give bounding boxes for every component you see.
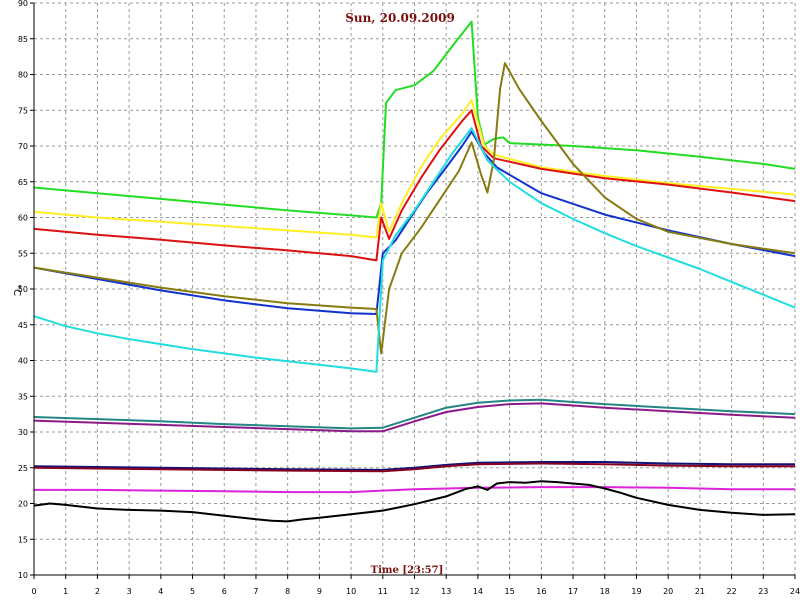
x-tick-label: 5 bbox=[190, 587, 195, 596]
x-tick-label: 16 bbox=[536, 587, 546, 596]
y-tick-label: 55 bbox=[18, 249, 28, 258]
x-tick-label: 20 bbox=[663, 587, 673, 596]
y-tick-label: 90 bbox=[18, 0, 28, 8]
y-tick-label: 35 bbox=[18, 392, 28, 401]
x-tick-label: 22 bbox=[726, 587, 736, 596]
x-tick-label: 21 bbox=[695, 587, 705, 596]
x-tick-label: 24 bbox=[790, 587, 800, 596]
y-tick-label: 20 bbox=[18, 500, 28, 509]
y-tick-label: 80 bbox=[18, 71, 28, 80]
y-tick-label: 15 bbox=[18, 535, 28, 544]
y-tick-label: 30 bbox=[18, 428, 28, 437]
x-tick-label: 7 bbox=[253, 587, 258, 596]
x-tick-label: 0 bbox=[31, 587, 36, 596]
y-tick-label: 65 bbox=[18, 178, 28, 187]
temperature-chart: 0 1 2 3 4 5 6 7 8 9 10 11 12 13 14 15 16 17 18 19 20 21 22 23 24… bbox=[0, 0, 800, 600]
x-tick-label: 2 bbox=[95, 587, 100, 596]
x-tick-label: 1 bbox=[63, 587, 68, 596]
x-tick-label: 4 bbox=[158, 587, 163, 596]
x-tick-label: 3 bbox=[127, 587, 132, 596]
y-tick-label: 10 bbox=[18, 571, 28, 580]
chart-title: Sun, 20.09.2009 bbox=[345, 11, 455, 25]
x-tick-label: 23 bbox=[758, 587, 768, 596]
y-axis-label: °C bbox=[11, 284, 22, 296]
x-tick-label: 10 bbox=[346, 587, 356, 596]
x-tick-label: 13 bbox=[441, 587, 451, 596]
y-tick-label: 70 bbox=[18, 142, 28, 151]
x-tick-label: 19 bbox=[631, 587, 641, 596]
x-tick-label: 8 bbox=[285, 587, 290, 596]
x-tick-label: 6 bbox=[222, 587, 227, 596]
x-tick-label: 11 bbox=[378, 587, 388, 596]
x-tick-label: 14 bbox=[473, 587, 483, 596]
y-tick-label: 25 bbox=[18, 464, 28, 473]
x-tick-label: 9 bbox=[317, 587, 322, 596]
x-tick-label: 17 bbox=[568, 587, 578, 596]
y-tick-label: 60 bbox=[18, 214, 28, 223]
x-tick-label: 15 bbox=[505, 587, 515, 596]
y-tick-label: 40 bbox=[18, 357, 28, 366]
x-tick-label: 12 bbox=[409, 587, 419, 596]
x-tick-label: 18 bbox=[600, 587, 610, 596]
x-axis-label: Time [23:57] bbox=[371, 565, 444, 576]
y-tick-label: 85 bbox=[18, 35, 28, 44]
y-tick-label: 75 bbox=[18, 106, 28, 115]
y-tick-label: 45 bbox=[18, 321, 28, 330]
